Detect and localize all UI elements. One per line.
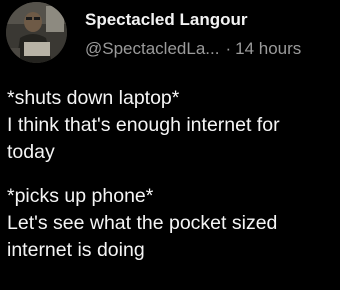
author-display-name[interactable]: Spectacled Langour (85, 9, 247, 31)
tweet-line: *shuts down laptop* (7, 87, 180, 109)
meta-separator: · (225, 39, 232, 58)
tweet-paragraph: *picks up phone* Let's see what the pock… (7, 183, 340, 264)
author-handle[interactable]: @SpectacledLa... (85, 39, 219, 58)
author-meta: @SpectacledLa... · 14 hours (85, 38, 301, 60)
tweet-text: *shuts down laptop* I think that's enoug… (7, 85, 340, 264)
tweet-line: today (7, 141, 55, 163)
tweet-line: *picks up phone* (7, 185, 154, 207)
tweet-line: internet is doing (7, 239, 145, 261)
tweet-paragraph: *shuts down laptop* I think that's enoug… (7, 85, 340, 166)
tweet-card[interactable]: Spectacled Langour @SpectacledLa... · 14 h… (0, 0, 340, 290)
avatar[interactable] (6, 2, 67, 63)
tweet-line: I think that's enough internet for (7, 114, 280, 136)
tweet-line: Let's see what the pocket sized (7, 212, 278, 234)
profile-photo-icon (6, 2, 67, 63)
tweet-timestamp[interactable]: 14 hours (235, 39, 301, 58)
